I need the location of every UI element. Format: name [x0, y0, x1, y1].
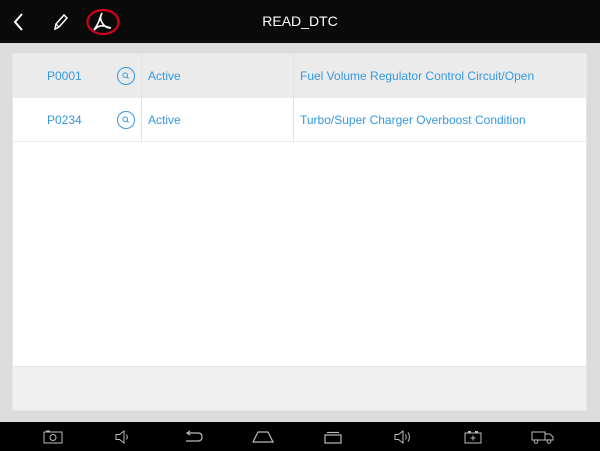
vci-icon[interactable]: [458, 422, 488, 451]
table-row[interactable]: P0001 Active Fuel Volume Regulator Contr…: [13, 54, 586, 98]
panel-footer: [13, 366, 586, 410]
volume-up-icon[interactable]: [388, 422, 418, 451]
dtc-description: Turbo/Super Charger Overboost Condition: [300, 113, 526, 127]
recents-icon[interactable]: [318, 422, 348, 451]
system-nav-bar: [0, 422, 600, 451]
dtc-table: P0001 Active Fuel Volume Regulator Contr…: [12, 53, 587, 411]
page-title: READ_DTC: [262, 13, 338, 29]
volume-down-icon[interactable]: [108, 422, 138, 451]
dtc-status: Active: [148, 113, 181, 127]
content-area: P0001 Active Fuel Volume Regulator Contr…: [0, 43, 600, 422]
screenshot-icon[interactable]: [38, 422, 68, 451]
top-bar: READ_DTC: [0, 0, 600, 43]
home-icon[interactable]: [248, 422, 278, 451]
dtc-status: Active: [148, 69, 181, 83]
table-row[interactable]: P0234 Active Turbo/Super Charger Overboo…: [13, 98, 586, 142]
search-icon[interactable]: [115, 98, 137, 142]
dtc-description: Fuel Volume Regulator Control Circuit/Op…: [300, 69, 535, 83]
dtc-code: P0001: [47, 69, 82, 83]
search-icon[interactable]: [115, 54, 137, 98]
dtc-code: P0234: [47, 113, 82, 127]
back-nav-icon[interactable]: [178, 422, 208, 451]
truck-icon[interactable]: [528, 422, 558, 451]
